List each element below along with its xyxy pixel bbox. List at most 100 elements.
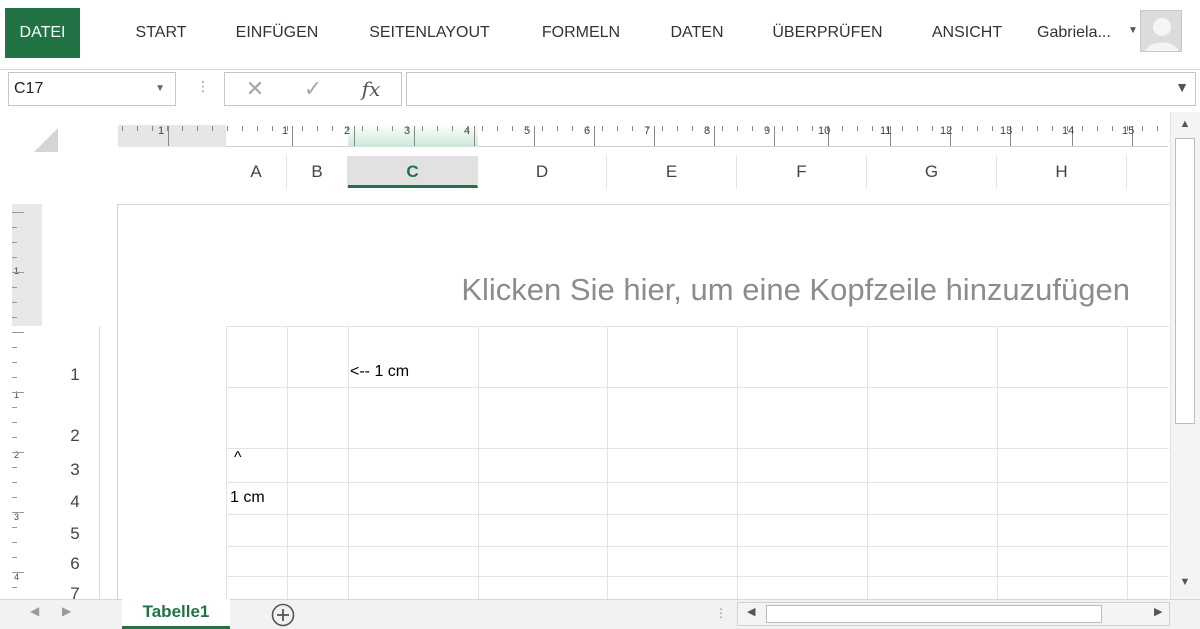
- cell-C1[interactable]: <-- 1 cm: [350, 363, 409, 381]
- tab-einfuegen[interactable]: EINFÜGEN: [222, 8, 332, 58]
- ruler-minor-tick: [347, 126, 348, 131]
- vertical-ruler-tick: [12, 227, 17, 228]
- row-header-3[interactable]: 3: [50, 460, 100, 480]
- sheet-tab-tabelle1[interactable]: Tabelle1: [122, 599, 230, 629]
- row-header-2[interactable]: 2: [50, 426, 100, 446]
- ruler-minor-tick: [767, 126, 768, 131]
- user-name[interactable]: Gabriela...: [1037, 8, 1111, 58]
- formula-bar: C17 ▼ ⋮ ✕ ✓ fx ▼: [0, 70, 1200, 112]
- row-header-1[interactable]: 1: [50, 365, 100, 385]
- column-header-g[interactable]: G: [867, 156, 997, 188]
- tab-split-handle-icon[interactable]: ⋮: [715, 606, 727, 620]
- column-header-e[interactable]: E: [607, 156, 737, 188]
- prev-sheet-icon[interactable]: ◀: [30, 604, 39, 618]
- insert-function-icon[interactable]: fx: [355, 73, 387, 105]
- cell-A4[interactable]: 1 cm: [230, 489, 265, 507]
- column-header-b[interactable]: B: [287, 156, 348, 188]
- horizontal-scroll-thumb[interactable]: [766, 605, 1102, 623]
- scroll-down-icon[interactable]: ▼: [1171, 576, 1199, 588]
- cell-grid[interactable]: <-- 1 cm ^ 1 cm: [226, 326, 1169, 599]
- user-avatar[interactable]: [1140, 10, 1182, 52]
- ruler-minor-tick: [1067, 126, 1068, 131]
- row-header-6[interactable]: 6: [50, 554, 100, 574]
- ruler-label: 10: [818, 125, 831, 137]
- ruler-minor-tick: [932, 126, 933, 131]
- vertical-ruler-tick: [12, 482, 17, 483]
- user-menu-caret-icon[interactable]: ▼: [1128, 8, 1138, 54]
- tab-datei[interactable]: DATEI: [5, 8, 80, 58]
- ruler-minor-tick: [992, 126, 993, 131]
- cell-A3[interactable]: ^: [234, 449, 242, 467]
- column-header-c[interactable]: C: [348, 156, 478, 188]
- column-header-d[interactable]: D: [478, 156, 607, 188]
- ruler-minor-tick: [587, 126, 588, 131]
- ruler-minor-tick: [1157, 126, 1158, 131]
- vertical-scroll-thumb[interactable]: [1175, 138, 1195, 424]
- expand-formula-bar-icon[interactable]: ▼: [1175, 79, 1189, 95]
- ruler-minor-tick: [152, 126, 153, 131]
- ruler-minor-tick: [392, 126, 393, 131]
- name-box-dropdown-icon[interactable]: ▼: [155, 73, 165, 105]
- select-all-button[interactable]: [30, 126, 60, 154]
- column-header-h[interactable]: H: [997, 156, 1127, 188]
- ruler-label: 1: [158, 125, 165, 137]
- vertical-ruler-tick: [12, 572, 24, 573]
- sheet-tab-bar: ◀ ▶ Tabelle1 ⋮ ◀ ▶: [0, 599, 1200, 629]
- ruler-minor-tick: [602, 126, 603, 131]
- ruler-minor-tick: [257, 126, 258, 131]
- person-icon: [1141, 11, 1181, 51]
- tab-seitenlayout[interactable]: SEITENLAYOUT: [352, 8, 507, 58]
- scroll-up-icon[interactable]: ▲: [1171, 118, 1199, 130]
- row-header-4[interactable]: 4: [50, 492, 100, 512]
- vertical-ruler[interactable]: 11234: [12, 204, 44, 599]
- ruler-major-tick: [594, 126, 595, 146]
- ruler-major-tick: [654, 126, 655, 146]
- tab-formeln[interactable]: FORMELN: [528, 8, 634, 58]
- vertical-ruler-tick: [12, 392, 24, 393]
- tab-ueberpruefen[interactable]: ÜBERPRÜFEN: [760, 8, 895, 58]
- name-box[interactable]: C17 ▼: [8, 72, 176, 106]
- ruler-minor-tick: [572, 126, 573, 131]
- ruler-minor-tick: [302, 126, 303, 131]
- tab-ansicht[interactable]: ANSICHT: [918, 8, 1016, 58]
- scroll-right-icon[interactable]: ▶: [1154, 605, 1162, 618]
- column-header-f[interactable]: F: [737, 156, 867, 188]
- plus-circle-icon: [271, 603, 295, 627]
- tab-daten[interactable]: DATEN: [656, 8, 738, 58]
- row-header-5[interactable]: 5: [50, 524, 100, 544]
- ruler-minor-tick: [917, 126, 918, 131]
- row-header-7[interactable]: 7: [50, 584, 100, 599]
- horizontal-scrollbar[interactable]: ◀ ▶: [737, 602, 1170, 626]
- vertical-scrollbar[interactable]: ▲ ▼: [1170, 112, 1200, 599]
- horizontal-ruler[interactable]: 1 1 2 3 4 5 6 7 8 9 10 11 12 13 14 15: [118, 122, 1168, 150]
- ruler-minor-tick: [977, 126, 978, 131]
- formula-input[interactable]: ▼: [406, 72, 1196, 106]
- vertical-ruler-tick: [12, 257, 17, 258]
- header-placeholder[interactable]: Klicken Sie hier, um eine Kopfzeile hinz…: [360, 272, 1130, 308]
- row-headers: 1 2 3 4 5 6 7: [50, 326, 100, 599]
- ruler-minor-tick: [707, 126, 708, 131]
- vertical-ruler-tick: [12, 362, 17, 363]
- grid-hline: [226, 326, 1169, 327]
- grid-vline: [607, 326, 608, 599]
- formula-bar-resize-icon[interactable]: ⋮: [196, 78, 210, 95]
- vertical-ruler-label: 3: [14, 512, 20, 522]
- grid-hline: [226, 448, 1169, 449]
- vertical-ruler-tick: [12, 242, 17, 243]
- ruler-minor-tick: [512, 126, 513, 131]
- confirm-icon[interactable]: ✓: [297, 73, 329, 105]
- ruler-minor-tick: [797, 126, 798, 131]
- ruler-minor-tick: [287, 126, 288, 131]
- ruler-minor-tick: [437, 126, 438, 131]
- ruler-minor-tick: [617, 126, 618, 131]
- next-sheet-icon[interactable]: ▶: [62, 604, 71, 618]
- column-header-a[interactable]: A: [226, 156, 287, 188]
- tab-start[interactable]: START: [122, 8, 200, 58]
- ruler-minor-tick: [842, 126, 843, 131]
- add-sheet-button[interactable]: [270, 602, 296, 628]
- ruler-minor-tick: [1052, 126, 1053, 131]
- grid-vline: [348, 326, 349, 599]
- vertical-ruler-label: 4: [14, 572, 20, 582]
- cancel-icon[interactable]: ✕: [239, 73, 271, 105]
- scroll-left-icon[interactable]: ◀: [747, 605, 755, 618]
